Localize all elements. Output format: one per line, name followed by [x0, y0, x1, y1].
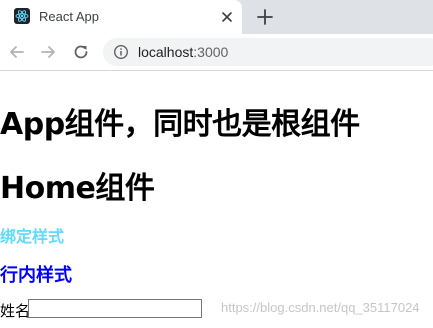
page-content: App组件，同时也是根组件 Home组件 绑定样式 行内样式 姓名 https:…	[0, 71, 433, 328]
app-component-heading: App组件，同时也是根组件	[0, 107, 360, 142]
inline-style-text: 行内样式	[0, 265, 72, 286]
bound-style-text: 绑定样式	[0, 227, 65, 246]
address-bar[interactable]: localhost:3000	[103, 38, 433, 66]
watermark: https://blog.csdn.net/qq_35117024	[221, 300, 420, 315]
info-icon[interactable]	[113, 44, 129, 60]
tab-title: React App	[39, 9, 99, 24]
url-port: :3000	[193, 44, 229, 60]
url-text[interactable]: localhost:3000	[138, 44, 228, 60]
name-input[interactable]	[28, 299, 202, 318]
url-host: localhost	[138, 44, 194, 60]
browser-toolbar: localhost:3000	[0, 34, 433, 71]
react-logo-icon	[14, 8, 30, 24]
name-label: 姓名	[0, 302, 31, 320]
tab-strip: React App	[0, 0, 433, 34]
reload-icon[interactable]	[71, 42, 91, 62]
forward-arrow-icon[interactable]	[38, 42, 58, 62]
browser-tab[interactable]: React App	[0, 0, 242, 34]
close-tab-icon[interactable]	[218, 8, 236, 26]
home-component-heading: Home组件	[0, 171, 155, 206]
back-arrow-icon[interactable]	[7, 42, 27, 62]
new-tab-icon[interactable]	[255, 7, 275, 27]
